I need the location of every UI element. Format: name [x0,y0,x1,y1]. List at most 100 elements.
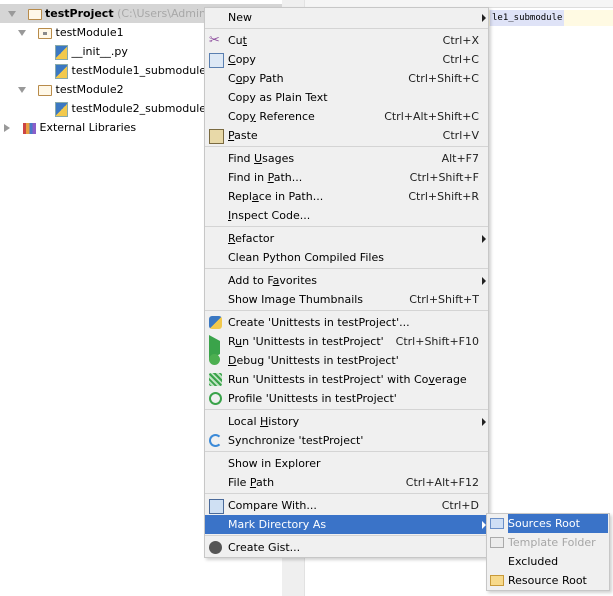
menu-label: Profile 'Unittests in testProject' [228,392,397,405]
submenu-arrow-icon [482,235,486,243]
menu-item-refactor[interactable]: Refactor [205,229,488,248]
menu-label: Paste [228,129,258,142]
submenu-label: Sources Root [508,514,608,533]
menu-item-copy[interactable]: Copy Ctrl+C [205,50,488,69]
menu-item-profile-unittests[interactable]: Profile 'Unittests in testProject' [205,389,488,408]
menu-item-find-in-path[interactable]: Find in Path... Ctrl+Shift+F [205,168,488,187]
tree-item-label: testModule2 [55,83,124,96]
menu-label: Add to Favorites [228,274,318,287]
submenu-label: Resource Root [508,574,587,587]
submenu-arrow-icon [482,277,486,285]
submenu-arrow-icon [482,14,486,22]
menu-item-mark-directory-as[interactable]: Mark Directory As [205,515,488,534]
submenu-item-template-folder[interactable]: Template Folder [487,533,609,552]
tree-item-label: testModule1_submodule.py [71,64,224,77]
compare-icon [209,499,224,514]
menu-item-copy-reference[interactable]: Copy Reference Ctrl+Alt+Shift+C [205,107,488,126]
menu-item-compare-with[interactable]: Compare With... Ctrl+D [205,496,488,515]
profile-icon [209,392,222,405]
menu-shortcut: Ctrl+V [442,129,479,142]
expand-arrow-icon[interactable] [18,87,26,93]
menu-item-find-usages[interactable]: Find Usages Alt+F7 [205,149,488,168]
collapse-arrow-icon[interactable] [4,124,10,132]
github-icon [209,541,222,554]
menu-separator [205,226,488,227]
tree-item-folder[interactable]: testModule2 [18,80,124,99]
menu-label: Copy Path [228,72,284,85]
menu-item-debug-unittests[interactable]: Debug 'Unittests in testProject' [205,351,488,370]
menu-item-create-gist[interactable]: Create Gist... [205,538,488,557]
menu-shortcut: Ctrl+Alt+Shift+C [384,110,479,123]
menu-shortcut: Ctrl+Shift+T [409,293,479,306]
code-text: le1_submodule [490,10,565,26]
menu-shortcut: Ctrl+C [442,53,479,66]
menu-label: Replace in Path... [228,190,324,203]
menu-item-synchronize[interactable]: Synchronize 'testProject' [205,431,488,450]
menu-item-create-unittests[interactable]: Create 'Unittests in testProject'... [205,313,488,332]
menu-item-inspect-code[interactable]: Inspect Code... [205,206,488,225]
mark-directory-submenu: Sources Root Template Folder Excluded Re… [486,513,610,591]
menu-label: Run 'Unittests in testProject' [228,335,384,348]
menu-separator [205,535,488,536]
sources-root-folder-icon [490,518,504,529]
copy-icon [209,53,224,68]
menu-label: Copy [228,53,256,66]
menu-separator [205,409,488,410]
tree-item-label: External Libraries [39,121,137,134]
scissors-icon: ✂ [209,33,220,48]
menu-item-new[interactable]: New [205,8,488,27]
tree-item-libraries[interactable]: External Libraries [4,118,136,137]
menu-shortcut: Ctrl+Shift+C [408,72,479,85]
menu-label: Synchronize 'testProject' [228,434,364,447]
expand-arrow-icon[interactable] [7,11,16,17]
menu-item-copy-plain-text[interactable]: Copy as Plain Text [205,88,488,107]
tree-item-file[interactable]: __init__.py [55,42,128,61]
menu-item-show-in-explorer[interactable]: Show in Explorer [205,454,488,473]
menu-label: Compare With... [228,499,317,512]
folder-icon [27,8,42,20]
submenu-item-resource-root[interactable]: Resource Root [487,571,609,590]
project-name: testProject [45,7,114,20]
debug-icon [209,354,220,365]
menu-item-clean-python-compiled[interactable]: Clean Python Compiled Files [205,248,488,267]
submenu-item-sources-root[interactable]: Sources Root [487,514,609,533]
submenu-label: Excluded [508,555,559,568]
menu-label: Find Usages [228,152,295,165]
menu-item-add-to-favorites[interactable]: Add to Favorites [205,271,488,290]
menu-label: Copy as Plain Text [228,91,328,104]
menu-item-cut[interactable]: ✂ Cut Ctrl+X [205,31,488,50]
menu-label: Find in Path... [228,171,303,184]
menu-separator [205,451,488,452]
menu-label: Local History [228,415,300,428]
menu-item-paste[interactable]: Paste Ctrl+V [205,126,488,145]
menu-label: Create Gist... [228,541,301,554]
python-file-icon [55,63,68,79]
tree-item-file[interactable]: testModule2_submodule.py [55,99,223,118]
tree-item-file[interactable]: testModule1_submodule.py [55,61,223,80]
menu-item-replace-in-path[interactable]: Replace in Path... Ctrl+Shift+R [205,187,488,206]
menu-label: Copy Reference [228,110,315,123]
context-menu: New ✂ Cut Ctrl+X Copy Ctrl+C Copy Path Ctrl+… [204,7,489,558]
module-folder-icon [38,27,52,39]
menu-shortcut: Alt+F7 [441,152,479,165]
submenu-arrow-icon [482,418,486,426]
menu-item-run-with-coverage[interactable]: Run 'Unittests in testProject' with Cove… [205,370,488,389]
menu-item-file-path[interactable]: File Path Ctrl+Alt+F12 [205,473,488,492]
tree-item-label: testModule1 [55,26,124,39]
menu-shortcut: Ctrl+Alt+F12 [405,476,479,489]
menu-label: Show Image Thumbnails [228,293,364,306]
submenu-label: Template Folder [508,536,596,549]
tree-item-module[interactable]: testModule1 [18,23,124,42]
menu-label: Mark Directory As [228,518,327,531]
menu-item-show-image-thumbnails[interactable]: Show Image Thumbnails Ctrl+Shift+T [205,290,488,309]
menu-label: Cut [228,34,247,47]
menu-shortcut: Ctrl+Shift+F [409,171,479,184]
menu-item-local-history[interactable]: Local History [205,412,488,431]
menu-shortcut: Ctrl+X [442,34,479,47]
menu-label: Show in Explorer [228,457,321,470]
menu-item-run-unittests[interactable]: Run 'Unittests in testProject' Ctrl+Shift… [205,332,488,360]
submenu-item-excluded[interactable]: Excluded [487,552,609,571]
python-file-icon [55,101,68,117]
expand-arrow-icon[interactable] [18,30,26,36]
menu-item-copy-path[interactable]: Copy Path Ctrl+Shift+C [205,69,488,88]
